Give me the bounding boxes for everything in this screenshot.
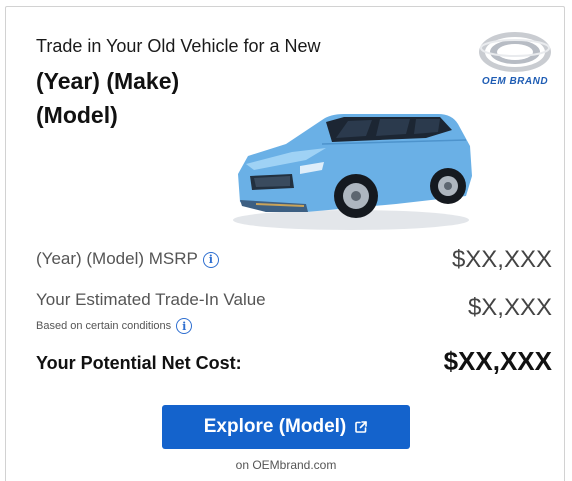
net-cost-label: Your Potential Net Cost: (36, 353, 242, 373)
card-subtitle: Trade in Your Old Vehicle for a New (36, 36, 321, 56)
msrp-label-group: (Year) (Model) MSRP i (36, 249, 219, 269)
brand-logo-text: OEM BRAND (481, 76, 549, 87)
brand-logo-icon (479, 32, 551, 72)
msrp-row: (Year) (Model) MSRP i $XX,XXX (36, 246, 552, 276)
brand-logo: OEM BRAND (465, 26, 565, 96)
explore-model-button[interactable]: Explore (Model) (162, 405, 410, 449)
trade-in-value: $X,XXX (467, 294, 552, 321)
external-link-icon (355, 421, 368, 433)
net-cost-value: $XX,XXX (443, 346, 552, 376)
explore-model-label: Explore (Model) (203, 416, 347, 437)
car-image (233, 114, 472, 230)
trade-in-row: Your Estimated Trade-In Value Based on c… (36, 288, 552, 336)
oem-domain-text: on OEMbrand.com (235, 458, 337, 472)
vehicle-image (226, 104, 476, 234)
trade-in-label: Your Estimated Trade-In Value (36, 290, 266, 309)
trade-in-note: Based on certain conditions (36, 319, 172, 332)
msrp-value: $XX,XXX (451, 246, 552, 273)
trade-in-note-group: Based on certain conditions i (36, 318, 193, 334)
trade-in-info-icon[interactable]: i (176, 318, 193, 334)
net-cost-row: Your Potential Net Cost: $XX,XXX (36, 346, 552, 380)
trade-in-widget: Trade in Your Old Vehicle for a New (Yea… (0, 0, 572, 481)
msrp-info-icon[interactable]: i (202, 251, 219, 268)
msrp-label: (Year) (Model) MSRP (36, 249, 198, 268)
